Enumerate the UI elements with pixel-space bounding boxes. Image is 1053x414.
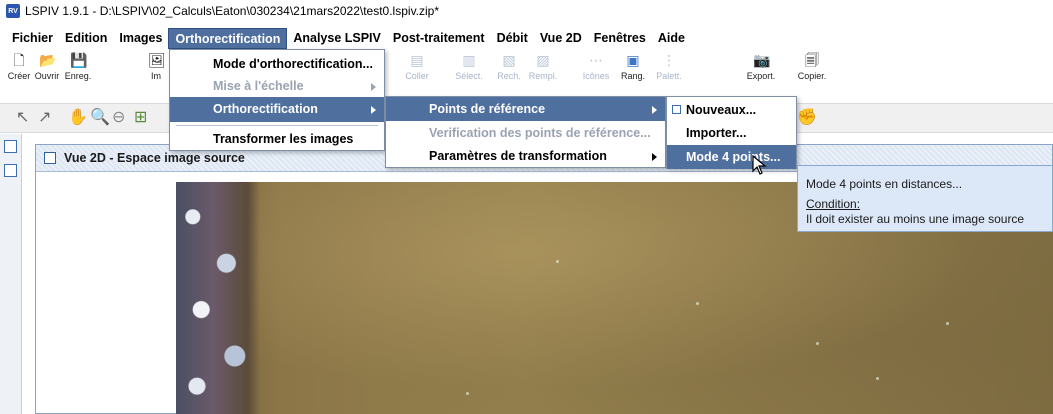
icons-icon: ⋯ bbox=[589, 52, 603, 68]
menu-item-mode-4-points[interactable]: Mode 4 points... bbox=[667, 145, 796, 169]
menu-item-nouveaux[interactable]: Nouveaux... bbox=[667, 98, 796, 121]
export-button[interactable]: 📷 Export. bbox=[736, 52, 786, 81]
window-title: LSPIV 1.9.1 - D:\LSPIV\02_Calculs\Eaton\… bbox=[25, 4, 440, 18]
tooltip-condition-label: Condition: bbox=[806, 197, 861, 211]
arrange-label: Rang. bbox=[620, 71, 646, 81]
image-label: Im bbox=[151, 71, 161, 81]
left-panel-strip bbox=[0, 134, 22, 414]
menu-fenetres[interactable]: Fenêtres bbox=[588, 28, 652, 49]
menu-tooltip: Mode 4 points en distances... Condition:… bbox=[797, 165, 1053, 232]
title-bar: RV LSPIV 1.9.1 - D:\LSPIV\02_Calculs\Eat… bbox=[0, 0, 1053, 22]
menu-item-orthorectification[interactable]: Orthorectification bbox=[170, 97, 384, 122]
hand-icon[interactable]: ✋ bbox=[68, 109, 88, 127]
water-sparkle bbox=[876, 377, 879, 380]
image-button[interactable]: 🖼 Im bbox=[142, 52, 170, 81]
menu-aide[interactable]: Aide bbox=[652, 28, 691, 49]
submenu-arrow-icon bbox=[652, 153, 657, 161]
camera-icon: 📷 bbox=[753, 52, 771, 68]
palette-button[interactable]: ⋮ Palett. bbox=[644, 52, 694, 81]
copy-button[interactable]: 🗐 Copier. bbox=[787, 52, 837, 81]
zoom-in-icon[interactable]: 🔍 bbox=[90, 109, 110, 127]
menu-vue-2d[interactable]: Vue 2D bbox=[534, 28, 588, 49]
image-icon: 🖼 bbox=[148, 52, 166, 68]
water-sparkle bbox=[946, 322, 949, 325]
menu-item-points-de-reference[interactable]: Points de référence bbox=[386, 97, 665, 121]
window-list-icon[interactable] bbox=[4, 164, 17, 177]
water-sparkle bbox=[556, 260, 559, 263]
palette-icon: ⋮ bbox=[662, 52, 676, 68]
palette-label: Palett. bbox=[656, 71, 682, 81]
menu-images[interactable]: Images bbox=[113, 28, 168, 49]
copy-image-icon: 🗐 bbox=[805, 52, 819, 68]
zoom-out-icon[interactable]: ⊖ bbox=[112, 109, 125, 127]
pointer-alt-icon[interactable]: ↗ bbox=[38, 109, 51, 127]
menu-item-transformer-images[interactable]: Transformer les images bbox=[170, 127, 384, 151]
export-label: Export. bbox=[746, 71, 776, 81]
points-reference-submenu: Nouveaux... Importer... Mode 4 points... bbox=[666, 96, 797, 169]
fit-view-icon[interactable]: ⊞ bbox=[134, 109, 147, 127]
select-icon: ▥ bbox=[462, 52, 476, 68]
icons-label: Icônes bbox=[582, 71, 610, 81]
image-source-window-title: Vue 2D - Espace image source bbox=[64, 151, 245, 165]
water-sparkle bbox=[816, 342, 819, 345]
select-label: Sélect. bbox=[455, 71, 483, 81]
tooltip-description: Mode 4 points en distances... bbox=[806, 177, 963, 191]
search-icon: ▧ bbox=[502, 52, 516, 68]
pointer-icon[interactable]: ↖ bbox=[16, 109, 29, 127]
replace-button[interactable]: ▨ Rempl. bbox=[518, 52, 568, 81]
menu-item-mode-orthorectification[interactable]: Mode d'orthorectification... bbox=[170, 52, 384, 76]
save-icon: 💾 bbox=[70, 52, 88, 68]
menu-separator bbox=[176, 125, 378, 126]
checkbox-icon bbox=[672, 105, 681, 114]
paste-button[interactable]: ▤ Coller bbox=[392, 52, 442, 81]
menu-item-verification-points[interactable]: Verification des points de référence... bbox=[386, 121, 665, 145]
submenu-arrow-icon bbox=[652, 106, 657, 114]
replace-label: Rempl. bbox=[528, 71, 558, 81]
menu-debit[interactable]: Débit bbox=[491, 28, 534, 49]
submenu-arrow-icon bbox=[371, 106, 376, 114]
menu-analyse-lspiv[interactable]: Analyse LSPIV bbox=[287, 28, 387, 49]
tooltip-condition-text: Il doit exister au moins une image sourc… bbox=[806, 212, 1025, 226]
paste-icon: ▤ bbox=[410, 52, 424, 68]
menu-fichier[interactable]: Fichier bbox=[6, 28, 59, 49]
water-sparkle bbox=[466, 392, 469, 395]
replace-icon: ▨ bbox=[536, 52, 550, 68]
main-toolbar: 🗋 Créer 📂 Ouvrir 💾 Enreg. 🖼 Im ▤ Coller … bbox=[0, 50, 1053, 96]
menu-item-parametres-transformation[interactable]: Paramètres de transformation bbox=[386, 144, 665, 168]
orthorectification-menu: Mode d'orthorectification... Mise à l'éc… bbox=[169, 49, 385, 151]
water-sparkle bbox=[696, 302, 699, 305]
riverbank-rocks bbox=[176, 182, 260, 414]
menu-orthorectification[interactable]: Orthorectification bbox=[168, 28, 288, 49]
save-label: Enreg. bbox=[64, 71, 92, 81]
pan-hand-icon[interactable]: ✊ bbox=[797, 109, 817, 127]
window-icon bbox=[44, 152, 56, 164]
menu-post-traitement[interactable]: Post-traitement bbox=[387, 28, 491, 49]
mouse-cursor-icon bbox=[752, 155, 767, 175]
app-icon: RV bbox=[6, 4, 20, 18]
save-button[interactable]: 💾 Enreg. bbox=[53, 52, 103, 81]
copy-label: Copier. bbox=[797, 71, 827, 81]
menu-bar: Fichier Edition Images Orthorectificatio… bbox=[0, 28, 1053, 49]
orthorectification-submenu: Points de référence Verification des poi… bbox=[385, 96, 666, 168]
paste-label: Coller bbox=[405, 71, 429, 81]
arrange-icon: ▣ bbox=[626, 52, 640, 68]
menu-item-mise-a-echelle[interactable]: Mise à l'échelle bbox=[170, 76, 384, 96]
menu-edition[interactable]: Edition bbox=[59, 28, 113, 49]
submenu-arrow-icon bbox=[371, 83, 376, 91]
menu-item-importer[interactable]: Importer... bbox=[667, 121, 796, 145]
panel-toggle-icon[interactable] bbox=[4, 140, 17, 153]
